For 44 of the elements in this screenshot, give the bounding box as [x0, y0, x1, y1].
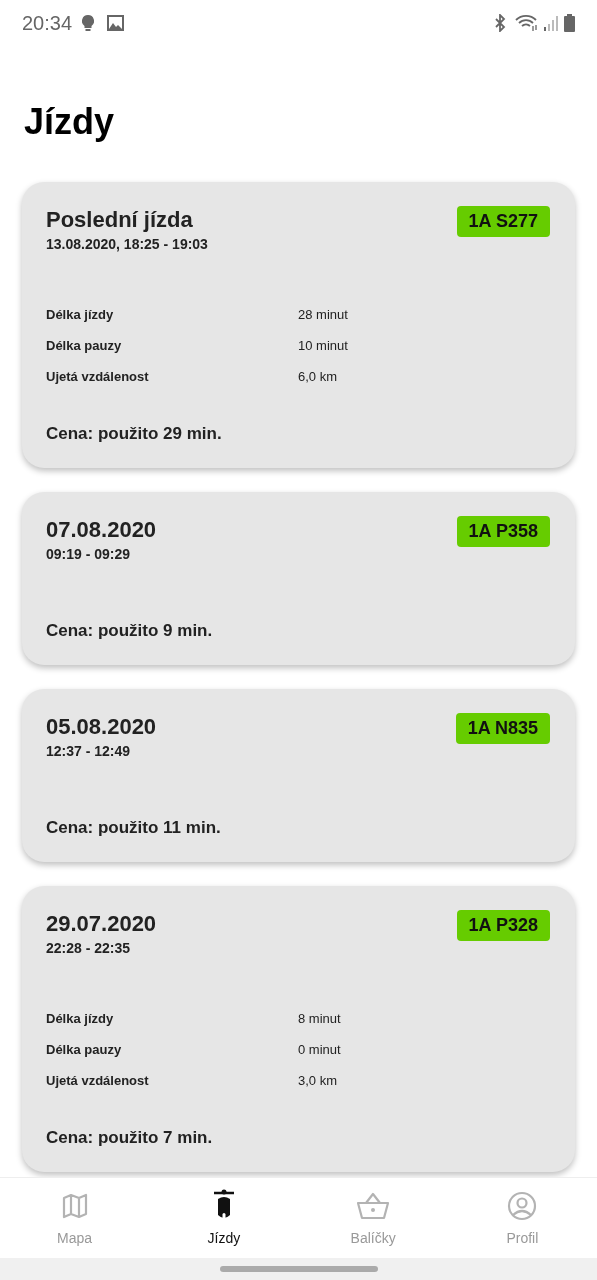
detail-label: Délka pauzy — [46, 336, 123, 355]
ride-time: 12:37 - 12:49 — [46, 742, 132, 761]
detail-label: Délka pauzy — [46, 1040, 123, 1059]
detail-value: 10 minut — [298, 336, 348, 355]
detail-label: Délka jízdy — [46, 1009, 115, 1028]
signal-icon — [543, 13, 559, 32]
detail-value: 28 minut — [298, 305, 348, 324]
map-icon — [60, 1191, 89, 1220]
ride-time: 22:28 - 22:35 — [46, 939, 132, 958]
bluetooth-icon — [493, 13, 507, 32]
ride-title: Poslední jízda — [46, 206, 194, 234]
detail-value: 8 minut — [298, 1009, 341, 1028]
plate-badge: 1A S277 — [456, 206, 550, 237]
wifi-icon — [515, 13, 539, 32]
price-text: Cena: použito 11 min. — [46, 817, 222, 839]
price-text: Cena: použito 9 min. — [46, 620, 214, 642]
basket-icon — [356, 1190, 391, 1221]
detail-label: Ujetá vzdálenost — [46, 367, 150, 386]
detail-value: 6,0 km — [298, 367, 337, 386]
ride-title: 29.07.2020 — [46, 910, 158, 938]
price-text: Cena: použito 7 min. — [46, 1127, 214, 1149]
detail-value: 0 minut — [298, 1040, 341, 1059]
bulb-icon — [82, 14, 95, 31]
ride-card[interactable]: 07.08.2020 09:19 - 09:29 1A P358 Cena: použito 9 min. — [22, 492, 575, 665]
profile-icon — [507, 1190, 538, 1221]
nav-tab[interactable]: Jízdy — [149, 1178, 299, 1258]
ride-time: 13.08.2020, 18:25 - 19:03 — [46, 235, 209, 254]
plate-badge: 1A N835 — [455, 713, 550, 744]
detail-label: Ujetá vzdálenost — [46, 1071, 150, 1090]
ride-title: 07.08.2020 — [46, 516, 158, 544]
ride-card[interactable]: 05.08.2020 12:37 - 12:49 1A N835 Cena: použito 11 min. — [22, 689, 575, 862]
status-time: 20:34 — [22, 10, 73, 36]
ride-time: 09:19 - 09:29 — [46, 545, 132, 564]
battery-icon — [564, 13, 575, 32]
detail-label: Délka jízdy — [46, 305, 115, 324]
page-title: Jízdy — [23, 100, 116, 144]
price-text: Cena: použito 29 min. — [46, 423, 223, 445]
plate-badge: 1A P358 — [456, 516, 550, 547]
plate-badge: 1A P328 — [456, 910, 550, 941]
detail-value: 3,0 km — [298, 1071, 337, 1090]
ride-title: 05.08.2020 — [46, 713, 158, 741]
ride-card[interactable]: Poslední jízda 13.08.2020, 18:25 - 19:03 1A S277 Délka jízdy 28 minut Délka pauzy 10 minut Ujetá vzdálenost 6,0 km Cena: použito 29 min. — [22, 182, 575, 468]
ride-card[interactable]: 29.07.2020 22:28 - 22:35 1A P328 Délka jízdy 8 minut Délka pauzy 0 minut Ujetá vzdálenost 3,0 km Cena: použito 7 min. — [22, 886, 575, 1172]
image-icon — [107, 14, 125, 31]
